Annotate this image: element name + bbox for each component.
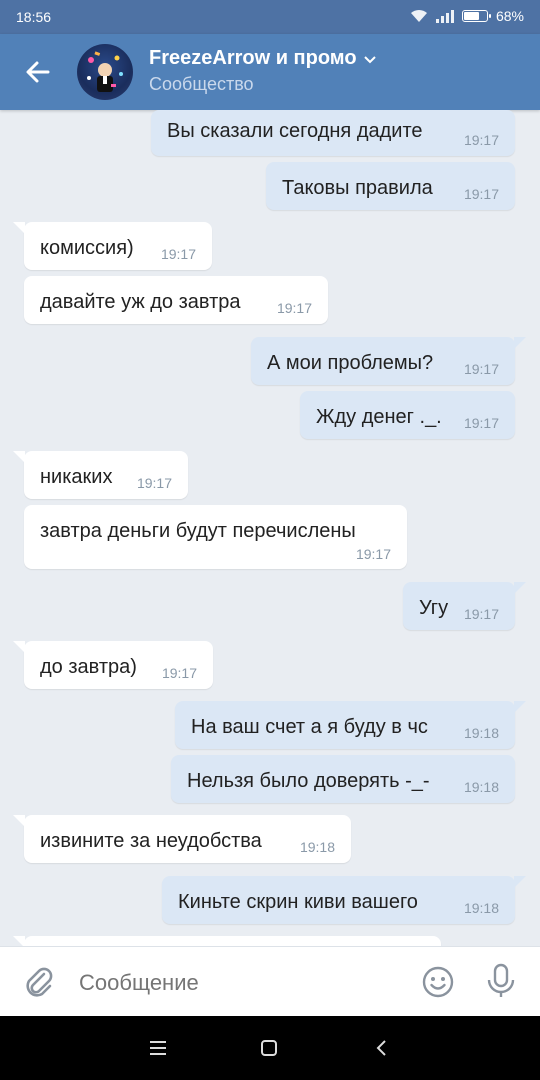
incoming-message[interactable]: завтра деньги будут перечислены 19:17 (24, 505, 407, 569)
message-text: Нельзя было доверять -_- (187, 770, 430, 792)
back-chevron-icon[interactable] (372, 1038, 392, 1058)
message-time: 19:17 (160, 246, 196, 262)
message-list[interactable]: Вы сказали сегодня дадите 19:17 Таковы пра… (0, 110, 540, 946)
incoming-message[interactable]: никаких 19:17 (13, 451, 188, 499)
paperclip-icon[interactable] (22, 965, 56, 999)
battery-percent: 68% (495, 8, 524, 24)
avatar-image (87, 51, 123, 92)
message-text: Вы сказали сегодня дадите (167, 120, 423, 142)
chat-title-text: FreezeArrow и промо (149, 47, 357, 69)
battery-icon (461, 10, 491, 22)
chat-subtitle: Сообщество (149, 74, 254, 94)
outgoing-message[interactable]: А мои проблемы? 19:17 (251, 337, 526, 385)
microphone-icon[interactable] (486, 963, 516, 999)
incoming-message[interactable]: комиссия) 19:17 (13, 222, 212, 270)
bubble-tail (13, 641, 25, 653)
message-text: комиссия) (40, 237, 134, 259)
arrow-left-icon[interactable] (22, 56, 54, 88)
outgoing-message[interactable]: Таковы правила 19:17 (266, 162, 515, 210)
bubble-tail (514, 582, 526, 594)
avatar[interactable] (77, 44, 133, 100)
bubble-tail (514, 876, 526, 888)
message-time: 19:17 (161, 665, 197, 681)
message-text: никаких (40, 466, 113, 488)
message-text: А мои проблемы? (267, 352, 434, 374)
system-nav-bar (0, 1016, 540, 1080)
status-time: 18:56 (16, 9, 52, 25)
message-text: Киньте скрин киви вашего (178, 891, 418, 913)
outgoing-message[interactable]: Вы сказали сегодня дадите 19:17 (151, 110, 515, 156)
home-square-icon[interactable] (259, 1038, 279, 1058)
smiley-icon[interactable] (422, 966, 454, 998)
message-time: 19:18 (463, 900, 499, 916)
bubble-tail (514, 337, 526, 349)
message-text: завтра деньги будут перечислены (40, 520, 356, 542)
message-text: Угу (419, 597, 449, 619)
incoming-message[interactable]: давайте уж до завтра 19:17 (24, 276, 328, 324)
outgoing-message[interactable]: Жду денег ._. 19:17 (300, 391, 515, 439)
message-text: до завтра) (40, 656, 137, 678)
message-time: 19:18 (299, 839, 335, 855)
message-time: 19:17 (463, 132, 499, 148)
outgoing-message[interactable]: Угу 19:17 (403, 582, 526, 630)
message-text: Таковы правила (282, 177, 433, 199)
message-input[interactable] (79, 970, 399, 996)
outgoing-message[interactable]: Киньте скрин киви вашего 19:18 (162, 876, 526, 924)
chevron-down-icon[interactable] (363, 54, 377, 64)
message-time: 19:17 (463, 361, 499, 377)
outgoing-message[interactable]: Нельзя было доверять -_- 19:18 (171, 755, 515, 803)
message-text: давайте уж до завтра (40, 291, 241, 313)
chat-header: FreezeArrow и промо Сообщество (0, 34, 540, 110)
bubble-tail (13, 936, 25, 946)
message-text: Жду денег ._. (316, 406, 442, 428)
message-time: 19:17 (463, 186, 499, 202)
bubble-tail (13, 222, 25, 234)
message-time: 19:18 (463, 725, 499, 741)
message-time: 19:17 (136, 475, 172, 491)
bubble-tail (13, 815, 25, 827)
outgoing-message[interactable]: На ваш счет а я буду в чс 19:18 (175, 701, 526, 749)
incoming-message[interactable]: до завтра) 19:17 (13, 641, 213, 689)
bubble-tail (13, 451, 25, 463)
message-time: 19:17 (463, 606, 499, 622)
bubble-tail (514, 701, 526, 713)
message-time: 19:17 (276, 300, 312, 316)
message-time: 19:17 (463, 415, 499, 431)
message-text: извините за неудобства (40, 830, 262, 852)
message-text: На ваш счет а я буду в чс (191, 716, 428, 738)
message-time: 19:17 (355, 546, 391, 562)
status-bar: 18:56 68% (0, 0, 540, 34)
incoming-message[interactable]: извините за неудобства 19:18 (13, 815, 351, 863)
message-time: 19:18 (463, 779, 499, 795)
signal-icon (435, 9, 454, 23)
message-composer (0, 946, 540, 1016)
wifi-icon (410, 9, 427, 22)
chat-title[interactable]: FreezeArrow и промо (149, 47, 377, 70)
menu-icon[interactable] (148, 1038, 168, 1058)
incoming-message[interactable] (13, 936, 441, 946)
status-icons: 68% (410, 8, 524, 24)
